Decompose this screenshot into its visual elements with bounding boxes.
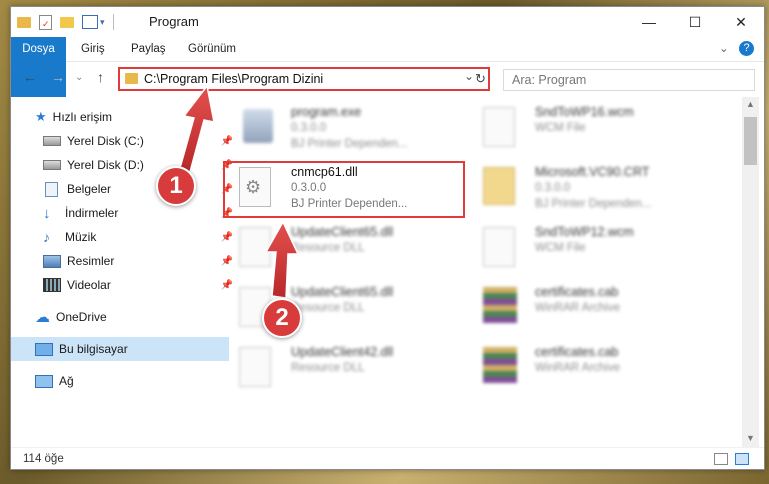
callout-badge-2: 2	[262, 298, 302, 338]
callout-badge-1: 1	[156, 166, 196, 206]
arrow-1	[179, 84, 215, 174]
callout-arrows	[179, 84, 300, 299]
arrow-2	[264, 220, 300, 299]
